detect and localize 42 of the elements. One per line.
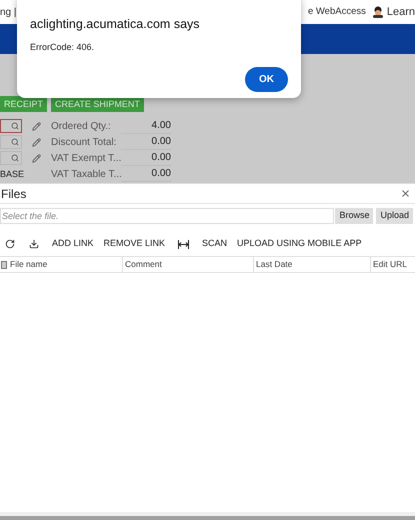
lookup-field[interactable]	[0, 135, 22, 149]
search-icon	[11, 138, 19, 146]
refresh-icon[interactable]	[5, 239, 15, 249]
avatar-icon	[372, 6, 384, 18]
dialog-message: ErrorCode: 406.	[30, 40, 96, 54]
search-icon	[11, 122, 19, 130]
search-icon	[11, 154, 19, 162]
column-header[interactable]: Comment	[122, 257, 253, 272]
summary-label: Ordered Qty.:	[51, 120, 112, 134]
upload-button[interactable]: Upload	[376, 208, 413, 224]
tab-title: ng |	[0, 6, 16, 20]
column-header[interactable]: Last Date	[253, 257, 370, 272]
panel-title: Files	[0, 186, 26, 202]
column-header[interactable]: Edit URL	[370, 257, 415, 272]
webaccess-link[interactable]: e WebAccess	[308, 4, 366, 20]
summary-value: 0.00	[121, 166, 171, 182]
edit-icon[interactable]	[32, 138, 41, 146]
summary-value: 4.00	[121, 118, 171, 134]
summary-value: 0.00	[121, 134, 171, 150]
lookup-field[interactable]	[0, 151, 22, 165]
ok-button[interactable]: OK	[245, 67, 288, 92]
edit-icon[interactable]	[32, 154, 41, 162]
browse-button[interactable]: Browse	[335, 208, 374, 224]
file-icon	[1, 260, 7, 268]
summary-value: 0.00	[121, 150, 171, 166]
toolbar-button[interactable]: ADD LINK	[52, 237, 94, 251]
close-icon[interactable]	[400, 188, 411, 199]
learn-link[interactable]: Learn	[386, 4, 415, 20]
summary-label: VAT Taxable T...	[51, 168, 121, 182]
toolbar-button[interactable]: REMOVE LINK	[104, 237, 166, 251]
dialog-title: aclighting.acumatica.com says	[30, 16, 201, 33]
summary-label: VAT Exempt T...	[51, 152, 121, 166]
toolbar-button[interactable]: UPLOAD USING MOBILE APP	[237, 237, 362, 251]
column-header[interactable]: File name	[8, 257, 122, 272]
toolbar-button[interactable]: SCAN	[202, 237, 228, 251]
edit-icon[interactable]	[32, 122, 41, 130]
fit-width-icon[interactable]	[178, 240, 190, 248]
summary-label: Discount Total:	[51, 136, 118, 150]
file-field[interactable]: Select the file.	[0, 208, 334, 224]
lookup-field[interactable]	[0, 119, 22, 133]
download-icon[interactable]	[29, 239, 39, 249]
unit-field[interactable]: BASE	[0, 167, 22, 181]
